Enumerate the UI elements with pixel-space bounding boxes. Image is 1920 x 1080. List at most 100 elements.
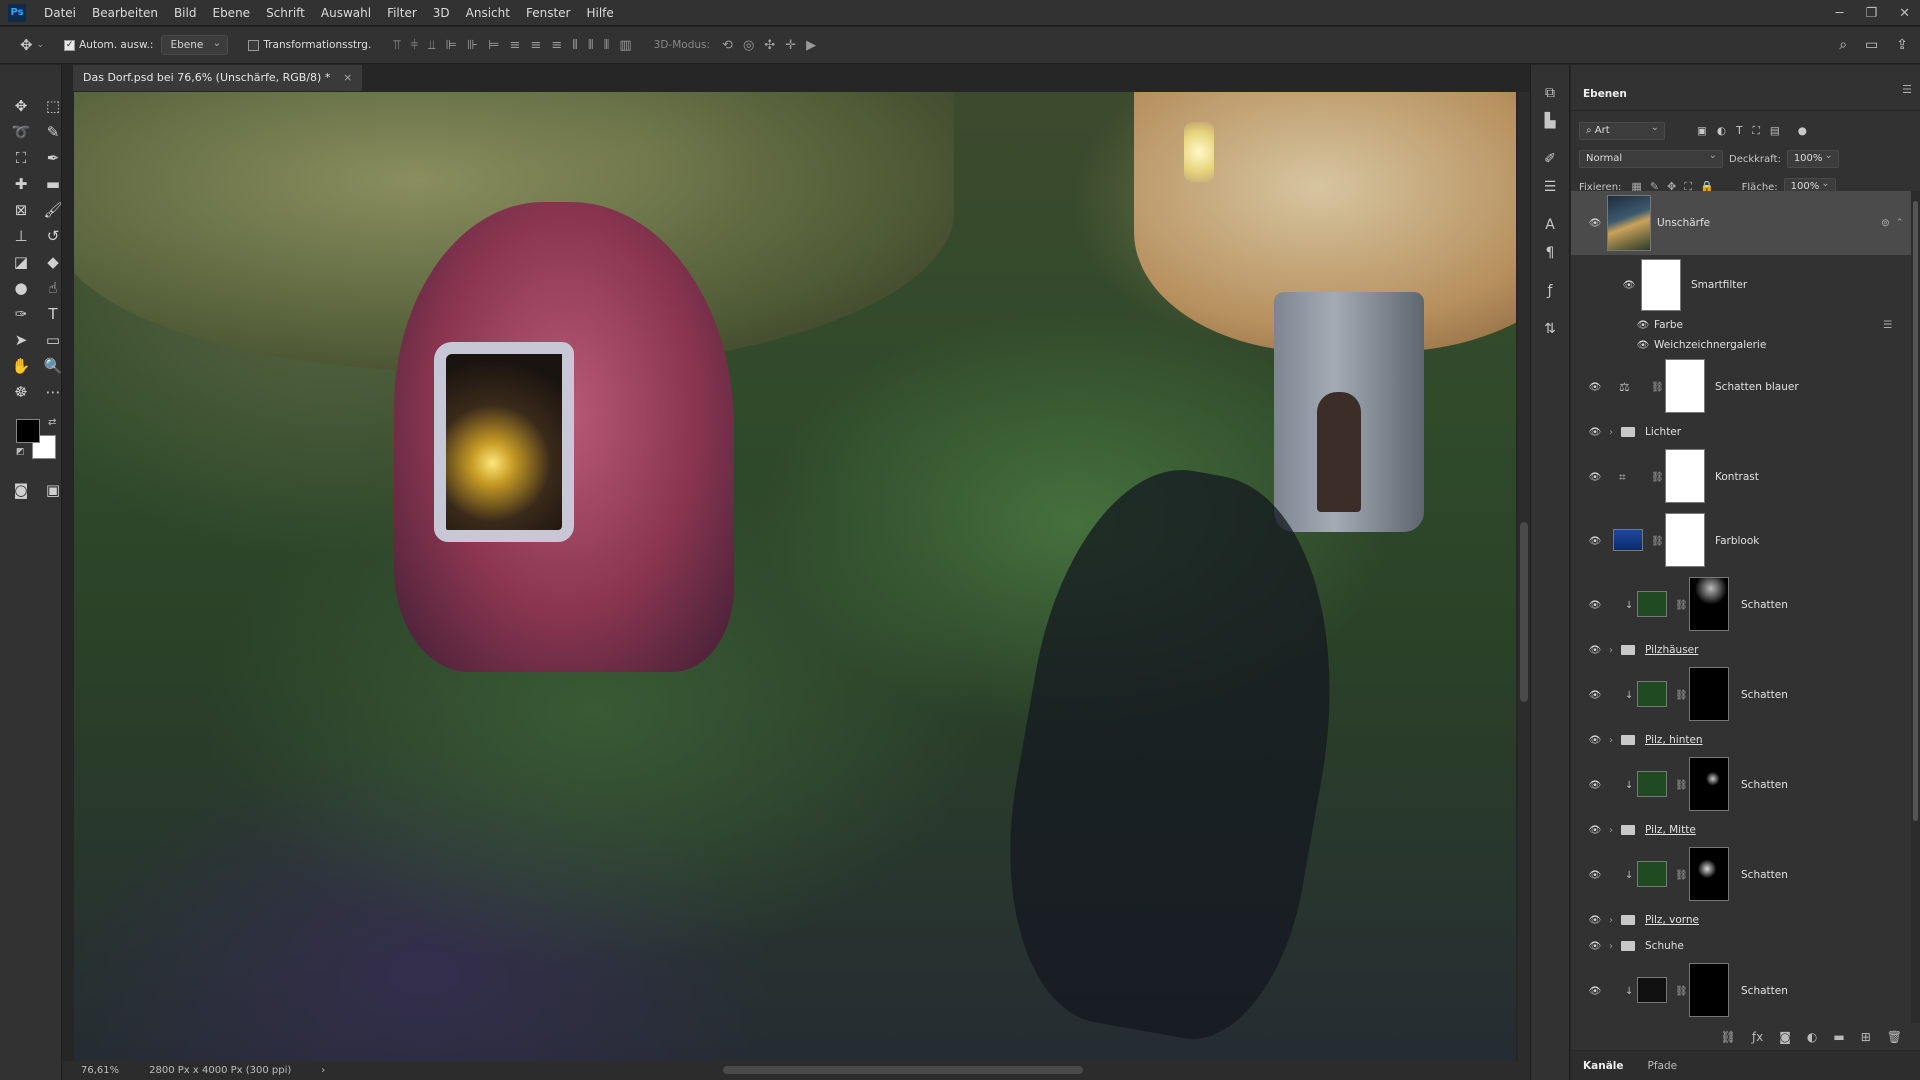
vertical-scroll-thumb[interactable]: [1520, 522, 1528, 702]
link-layers-icon[interactable]: ⛓: [1721, 1030, 1736, 1044]
visibility-eye-icon[interactable]: 👁: [1588, 915, 1602, 926]
close-tab-icon[interactable]: ×: [343, 65, 352, 91]
styles-panel-icon[interactable]: ƒ: [1531, 277, 1569, 305]
visibility-eye-icon[interactable]: 👁: [1636, 320, 1650, 331]
status-chevron-icon[interactable]: ›: [321, 1061, 325, 1080]
smart-filter-options-icon[interactable]: ⊚: [1881, 217, 1890, 229]
new-layer-icon[interactable]: ⊞: [1861, 1030, 1871, 1044]
menu-schrift[interactable]: Schrift: [258, 0, 313, 26]
auto-align-icon[interactable]: ▥: [619, 38, 631, 53]
visibility-eye-icon[interactable]: 👁: [1588, 941, 1602, 952]
checkbox-unchecked-icon[interactable]: [248, 39, 260, 51]
menu-ebene[interactable]: Ebene: [204, 0, 258, 26]
menu-hilfe[interactable]: Hilfe: [578, 0, 621, 26]
layer-row[interactable]: 👁 ⌗ ⛓ Kontrast: [1571, 445, 1911, 509]
filter-pixel-icon[interactable]: ▣: [1697, 125, 1707, 138]
opacity-input[interactable]: 100%: [1786, 148, 1839, 168]
healing-brush-icon[interactable]: ▬: [40, 171, 66, 197]
link-icon[interactable]: ⛓: [1651, 536, 1664, 547]
layer-row[interactable]: 👁 ↓ ⛓ Schatten: [1571, 843, 1911, 907]
layer-row[interactable]: 👁 ⛓ Farblook: [1571, 509, 1911, 573]
visibility-eye-icon[interactable]: 👁: [1588, 825, 1602, 836]
adjustments-panel-icon[interactable]: ☰: [1531, 173, 1569, 201]
rectangle-tool-icon[interactable]: ▭: [40, 327, 66, 353]
eraser-tool-icon[interactable]: ◪: [8, 249, 34, 275]
visibility-eye-icon[interactable]: 👁: [1588, 986, 1602, 997]
layer-row[interactable]: 👁 Smartfilter: [1571, 255, 1911, 315]
expand-chevron-icon[interactable]: ›: [1609, 941, 1613, 952]
align-bottom-icon[interactable]: ⫫: [428, 38, 435, 53]
3d-orbit-icon[interactable]: ⟲: [722, 38, 733, 53]
zoom-tool-icon[interactable]: 🔍: [40, 353, 66, 379]
layer-row[interactable]: 👁 ↓ ⛓ Schatten: [1571, 663, 1911, 727]
distribute-hcenter-icon[interactable]: ⦀: [588, 38, 594, 53]
group-row[interactable]: 👁 › Pilz, Mitte: [1571, 817, 1911, 843]
panel-menu-icon[interactable]: ☰: [1902, 83, 1912, 96]
quick-selection-icon[interactable]: ✎: [40, 119, 66, 145]
auto-select-checkbox[interactable]: ✓ Autom. ausw.:: [64, 39, 153, 51]
vertical-scrollbar[interactable]: [1518, 92, 1530, 1061]
expand-chevron-icon[interactable]: ›: [1609, 915, 1613, 926]
filter-adjustment-icon[interactable]: ◐: [1717, 125, 1726, 138]
link-icon[interactable]: ⛓: [1675, 690, 1688, 701]
histogram-panel-icon[interactable]: ▙: [1531, 107, 1569, 135]
hand-tool-icon[interactable]: ✋: [8, 353, 34, 379]
distribute-right-icon[interactable]: ⦀: [604, 38, 610, 53]
properties-panel-icon[interactable]: ⇅: [1531, 315, 1569, 343]
crop-tool-icon[interactable]: ⛶: [8, 145, 34, 171]
eyedropper-icon[interactable]: ✒: [40, 145, 66, 171]
new-group-icon[interactable]: ▬: [1833, 1030, 1844, 1044]
layers-scroll-thumb[interactable]: [1913, 201, 1918, 821]
chevron-down-icon[interactable]: ⌄: [37, 40, 45, 50]
3d-pan-icon[interactable]: ✣: [764, 38, 775, 53]
history-brush-icon[interactable]: ↺: [40, 223, 66, 249]
visibility-eye-icon[interactable]: 👁: [1588, 218, 1602, 229]
swap-colors-icon[interactable]: ⇄: [48, 417, 56, 428]
tab-ebenen[interactable]: Ebenen: [1583, 88, 1627, 110]
group-row[interactable]: 👁 › Pilz, hinten: [1571, 727, 1911, 753]
visibility-eye-icon[interactable]: 👁: [1588, 472, 1602, 483]
tab-kanaele[interactable]: Kanäle: [1583, 1060, 1624, 1072]
auto-select-target-select[interactable]: Ebene: [161, 34, 229, 55]
expand-chevron-icon[interactable]: ›: [1609, 645, 1613, 656]
paint-bucket-icon[interactable]: ◆: [40, 249, 66, 275]
tab-pfade[interactable]: Pfade: [1648, 1060, 1678, 1072]
paragraph-panel-icon[interactable]: ¶: [1531, 239, 1569, 267]
close-icon[interactable]: ✕: [1899, 6, 1910, 21]
move-tool-icon[interactable]: ✥: [20, 36, 33, 54]
visibility-eye-icon[interactable]: 👁: [1588, 427, 1602, 438]
menu-3d[interactable]: 3D: [425, 0, 458, 26]
visibility-eye-icon[interactable]: 👁: [1636, 340, 1650, 351]
screen-mode-icon[interactable]: ▣: [40, 477, 66, 503]
filter-row[interactable]: 👁 Farbe ☰: [1571, 315, 1911, 335]
expand-chevron-icon[interactable]: ›: [1609, 825, 1613, 836]
expand-chevron-icon[interactable]: ›: [1609, 427, 1613, 438]
menu-auswahl[interactable]: Auswahl: [313, 0, 379, 26]
brush-settings-icon[interactable]: ✐: [1531, 145, 1569, 173]
menu-filter[interactable]: Filter: [379, 0, 425, 26]
visibility-eye-icon[interactable]: 👁: [1588, 600, 1602, 611]
group-row[interactable]: 👁 › Pilz, vorne: [1571, 907, 1911, 933]
link-icon[interactable]: ⛓: [1675, 870, 1688, 881]
character-panel-icon[interactable]: A: [1531, 211, 1569, 239]
visibility-eye-icon[interactable]: 👁: [1622, 280, 1636, 291]
3d-camera-icon[interactable]: ▶: [806, 38, 816, 53]
filter-blending-options-icon[interactable]: ☰: [1883, 319, 1892, 331]
distribute-top-icon[interactable]: ≡: [509, 38, 520, 53]
align-vcenter-icon[interactable]: ⫩: [411, 38, 418, 53]
3d-roll-icon[interactable]: ◎: [743, 38, 754, 53]
visibility-eye-icon[interactable]: 👁: [1588, 645, 1602, 656]
layer-row[interactable]: 👁 ↓ ⛓ Schatten: [1571, 753, 1911, 817]
visibility-eye-icon[interactable]: 👁: [1588, 735, 1602, 746]
pen-tool-icon[interactable]: ✑: [8, 301, 34, 327]
history-panel-icon[interactable]: ⧉: [1531, 79, 1569, 107]
restore-icon[interactable]: ❐: [1865, 6, 1877, 21]
filter-toggle-icon[interactable]: ●: [1798, 125, 1807, 138]
align-right-icon[interactable]: ⊨: [488, 38, 499, 53]
horizontal-scroll-thumb[interactable]: [723, 1066, 1083, 1074]
link-icon[interactable]: ⛓: [1675, 600, 1688, 611]
menu-bearbeiten[interactable]: Bearbeiten: [84, 0, 166, 26]
layer-filter-select[interactable]: ⌕ Art: [1579, 120, 1665, 140]
puppet-warp-icon[interactable]: ☸: [8, 379, 34, 405]
expand-chevron-icon[interactable]: ›: [1609, 735, 1613, 746]
